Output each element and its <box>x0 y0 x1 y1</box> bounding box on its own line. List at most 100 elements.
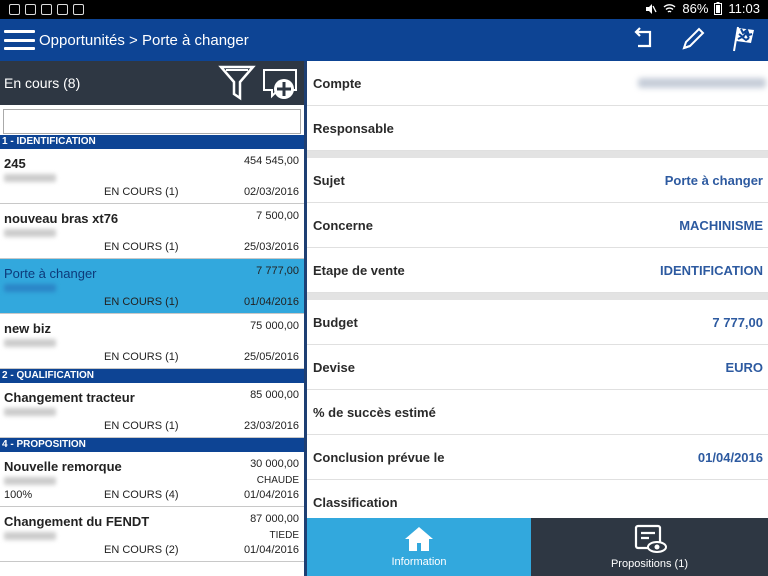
clock: 11:03 <box>728 1 760 16</box>
app-bar: Opportunités > Porte à changer <box>0 19 768 61</box>
detail-row[interactable]: Budget 7 777,00 <box>307 300 768 345</box>
detail-row[interactable]: Classification <box>307 480 768 518</box>
search-row <box>0 105 304 135</box>
shield-notification-icon <box>25 4 36 15</box>
opportunity-list-item[interactable]: Changement du FENDT 87 000,00 TIEDE EN COUR… <box>0 507 304 562</box>
details-group-1: Compte Responsable <box>307 61 768 151</box>
redacted-contact <box>4 532 56 540</box>
opportunity-date: 23/03/2016 <box>243 420 299 432</box>
breadcrumb: Opportunités > Porte à changer <box>39 31 249 49</box>
opportunity-status: EN COURS (1) <box>104 186 179 198</box>
opportunity-amount: 7 777,00 <box>256 265 299 277</box>
opportunity-status: EN COURS (1) <box>104 420 179 432</box>
tab-propositions[interactable]: Propositions (1) <box>531 518 768 576</box>
opportunity-status: EN COURS (1) <box>104 241 179 253</box>
opportunity-status: EN COURS (1) <box>104 351 179 363</box>
opportunity-list-item[interactable]: nouveau bras xt76 7 500,00 EN COURS (1) 25/… <box>0 204 304 259</box>
mute-icon <box>646 3 657 14</box>
opportunity-status: EN COURS (2) <box>104 544 179 556</box>
opportunity-amount: 85 000,00 <box>250 389 299 401</box>
section-header: 2 - QUALIFICATION <box>0 369 304 383</box>
search-input[interactable] <box>3 109 301 134</box>
detail-row[interactable]: Responsable <box>307 106 768 151</box>
detail-label: Concerne <box>313 217 373 233</box>
detail-row[interactable]: Concerne MACHINISME <box>307 203 768 248</box>
detail-row[interactable]: Compte <box>307 61 768 106</box>
edit-icon[interactable] <box>678 24 708 54</box>
details-group-3: Budget 7 777,00 Devise EURO % de succès esti… <box>307 300 768 518</box>
opportunity-amount: 75 000,00 <box>250 320 299 332</box>
opportunity-date: 01/04/2016 <box>243 296 299 308</box>
opportunity-date: 01/04/2016 <box>243 489 299 501</box>
details-group-2: Sujet Porte à changer Concerne MACHINISME Et… <box>307 158 768 293</box>
section-header: 4 - PROPOSITION <box>0 438 304 452</box>
opportunity-list-item[interactable]: Nouvelle remorque 30 000,00 CHAUDE 100% EN C… <box>0 452 304 507</box>
gallery-notification-icon <box>9 4 20 15</box>
section-header: 1 - IDENTIFICATION <box>0 135 304 149</box>
home-icon <box>405 527 433 551</box>
finish-flag-icon[interactable] <box>728 24 758 54</box>
detail-row[interactable]: Devise EURO <box>307 345 768 390</box>
detail-label: Classification <box>313 494 398 510</box>
list-sections: 1 - IDENTIFICATION 245 454 545,00 EN COURS … <box>0 135 304 562</box>
proposal-view-icon <box>634 524 667 553</box>
detail-row[interactable]: Etape de vente IDENTIFICATION <box>307 248 768 293</box>
opportunity-date: 25/03/2016 <box>243 241 299 253</box>
detail-label: Responsable <box>313 120 394 136</box>
opportunity-date: 02/03/2016 <box>243 186 299 198</box>
tab-information[interactable]: Information <box>307 518 531 576</box>
detail-value: 01/04/2016 <box>697 449 763 465</box>
app-notification-icon <box>57 4 68 15</box>
add-opportunity-icon[interactable] <box>262 67 300 101</box>
success-percent: 100% <box>4 489 33 501</box>
opportunity-name: nouveau bras xt76 <box>4 211 119 226</box>
opportunity-status: EN COURS (1) <box>104 296 179 308</box>
bag-notification-icon <box>73 4 84 15</box>
opportunity-name: Porte à changer <box>4 266 97 281</box>
redacted-contact <box>4 477 56 485</box>
menu-icon[interactable] <box>4 30 35 50</box>
opportunity-date: 25/05/2016 <box>243 351 299 363</box>
opportunity-date: 01/04/2016 <box>243 544 299 556</box>
redacted-value <box>638 78 766 88</box>
opportunity-amount: 30 000,00 <box>250 458 299 470</box>
filter-icon[interactable] <box>218 64 256 102</box>
opportunity-list-item[interactable]: Changement tracteur 85 000,00 EN COURS (1)… <box>0 383 304 438</box>
temperature-tag: TIEDE <box>269 530 299 541</box>
redacted-contact <box>4 284 56 292</box>
opportunity-name: new biz <box>4 321 51 336</box>
details-panel: Compte Responsable Sujet Porte à changer Co… <box>307 61 768 518</box>
opportunity-list-item[interactable]: new biz 75 000,00 EN COURS (1) 25/05/2016 <box>0 314 304 369</box>
redacted-contact <box>4 229 56 237</box>
detail-row[interactable]: Conclusion prévue le 01/04/2016 <box>307 435 768 480</box>
opportunity-name: Nouvelle remorque <box>4 459 122 474</box>
opportunity-amount: 7 500,00 <box>256 210 299 222</box>
detail-row[interactable]: Sujet Porte à changer <box>307 158 768 203</box>
status-bar: 86% 11:03 <box>0 0 768 19</box>
redacted-contact <box>4 408 56 416</box>
opportunity-list-panel: En cours (8) 1 - IDENTIFICATION 245 454 54… <box>0 61 307 576</box>
list-count: En cours (8) <box>4 75 81 91</box>
shield-notification-icon <box>41 4 52 15</box>
battery-icon <box>714 2 723 15</box>
detail-value: MACHINISME <box>679 217 763 233</box>
detail-label: % de succès estimé <box>313 404 436 420</box>
detail-row[interactable]: % de succès estimé <box>307 390 768 435</box>
redacted-contact <box>4 174 56 182</box>
opportunity-amount: 87 000,00 <box>250 513 299 525</box>
opportunity-list-item[interactable]: 245 454 545,00 EN COURS (1) 02/03/2016 <box>0 149 304 204</box>
opportunity-amount: 454 545,00 <box>243 155 299 167</box>
detail-value: 7 777,00 <box>712 314 763 330</box>
redacted-contact <box>4 339 56 347</box>
wifi-icon <box>663 3 676 13</box>
bottom-nav: Information Propositions (1) <box>307 518 768 576</box>
opportunity-name: Changement du FENDT <box>4 514 150 529</box>
undo-icon[interactable] <box>628 24 658 54</box>
detail-label: Budget <box>313 314 358 330</box>
opportunity-name: 245 <box>4 156 26 171</box>
tab-information-label: Information <box>391 556 447 568</box>
detail-label: Sujet <box>313 172 345 188</box>
notification-icons <box>0 4 84 15</box>
tab-propositions-label: Propositions (1) <box>610 558 689 570</box>
opportunity-list-item[interactable]: Porte à changer 7 777,00 EN COURS (1) 01/04… <box>0 259 304 314</box>
